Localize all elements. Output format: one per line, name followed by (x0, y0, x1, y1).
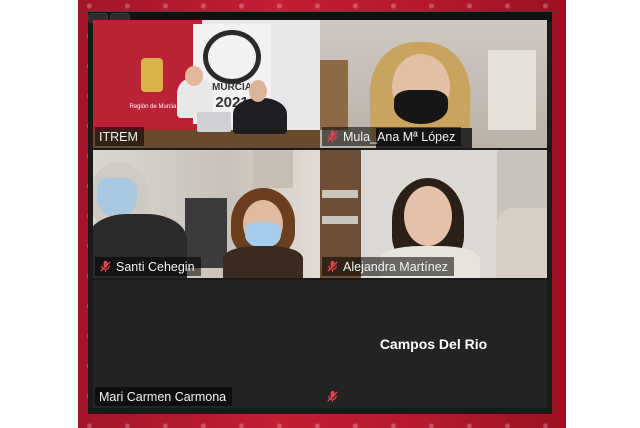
name-tag: Mula_Ana Mª López (322, 127, 462, 146)
muted-mic-icon (327, 130, 338, 143)
muted-mic-icon (327, 260, 338, 273)
face-mask (97, 178, 137, 218)
chair (496, 208, 547, 278)
video-tile-alejandra-martinez[interactable]: Alejandra Martínez (320, 150, 547, 278)
name-tag (322, 387, 345, 406)
video-tile-mari-carmen-carmona[interactable]: Mari Carmen Carmona (93, 280, 320, 408)
participant-name-center: Campos Del Rio (379, 336, 488, 352)
face-mask (394, 90, 448, 124)
wall-poster (488, 50, 536, 130)
meeting-window: MURCIA 2021 Región de Murcia ITREM Mula_… (88, 12, 552, 414)
region-crest-icon (141, 58, 163, 92)
video-tile-itrem[interactable]: MURCIA 2021 Región de Murcia ITREM (93, 20, 320, 148)
participant-name: Alejandra Martínez (343, 259, 448, 274)
muted-mic-icon (100, 260, 111, 273)
name-tag: Santi Cehegin (95, 257, 201, 276)
participant-name: ITREM (99, 129, 138, 144)
participant-name: Mula_Ana Mª López (343, 129, 456, 144)
muted-mic-icon (327, 390, 338, 403)
banner-region-text: Región de Murcia (129, 104, 177, 110)
face-mask (245, 222, 281, 248)
shelf (320, 60, 348, 130)
participant-name: Santi Cehegin (116, 259, 195, 274)
video-tile-santi-cehegin[interactable]: Santi Cehegin (93, 150, 320, 278)
name-tag: Mari Carmen Carmona (95, 387, 233, 406)
name-tag: ITREM (95, 127, 144, 146)
name-tag: Alejandra Martínez (322, 257, 454, 276)
laptop (197, 112, 231, 132)
video-tile-campos-del-rio[interactable]: Campos Del Rio (320, 280, 547, 408)
participant-name: Mari Carmen Carmona (99, 389, 227, 404)
video-tile-mula-ana[interactable]: Mula_Ana Mª López (320, 20, 547, 148)
